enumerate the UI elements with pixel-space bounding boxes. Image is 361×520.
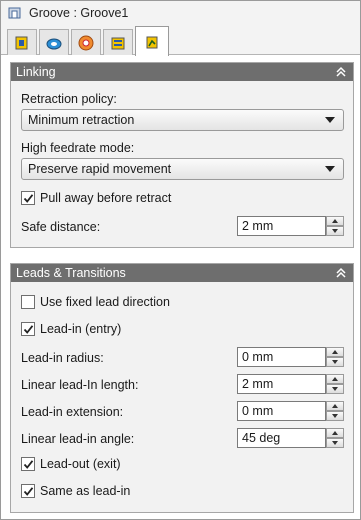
arrow-up-icon	[332, 377, 338, 381]
increment-button[interactable]	[326, 428, 344, 438]
tab-bar	[1, 25, 360, 56]
arrow-down-icon	[332, 414, 338, 418]
geometry-icon	[46, 38, 62, 49]
tab-linking[interactable]	[135, 26, 169, 56]
fixed-lead-row[interactable]: Use fixed lead direction	[21, 294, 170, 310]
retraction-policy-value: Minimum retraction	[28, 113, 135, 127]
linear-lead-in-angle-label: Linear lead-in angle:	[21, 432, 135, 446]
arrow-down-icon	[332, 441, 338, 445]
arrow-down-icon	[332, 229, 338, 233]
check-icon	[23, 486, 33, 496]
linear-lead-in-length-label: Linear lead-In length:	[21, 378, 139, 392]
tool-icon	[15, 36, 28, 49]
tab-tool[interactable]	[7, 29, 37, 55]
groove-operation-icon	[8, 7, 21, 19]
increment-button[interactable]	[326, 401, 344, 411]
collapse-icon[interactable]	[335, 267, 347, 279]
linking-group: Linking Retraction policy: Minimum retra…	[10, 62, 354, 248]
linking-header[interactable]: Linking	[11, 63, 353, 81]
fixed-lead-checkbox[interactable]	[21, 295, 35, 309]
operation-dialog: Groove : Groove1 Linking Retraction poli…	[0, 0, 361, 520]
increment-button[interactable]	[326, 374, 344, 384]
chevron-down-icon	[325, 166, 335, 172]
linking-icon	[146, 36, 158, 48]
linear-lead-in-angle-input[interactable]: 45 deg	[237, 428, 326, 448]
collapse-icon[interactable]	[335, 66, 347, 78]
lead-in-extension-input[interactable]: 0 mm	[237, 401, 326, 421]
check-icon	[23, 193, 33, 203]
increment-button[interactable]	[326, 347, 344, 357]
heights-icon	[78, 35, 94, 50]
retraction-policy-select[interactable]: Minimum retraction	[21, 109, 344, 131]
decrement-button[interactable]	[326, 438, 344, 448]
linear-lead-in-length-spinner[interactable]: 2 mm	[237, 374, 344, 394]
high-feedrate-label: High feedrate mode:	[21, 141, 135, 155]
tab-heights[interactable]	[71, 29, 101, 55]
leads-transitions-group: Leads & Transitions Use fixed lead direc…	[10, 263, 354, 513]
lead-in-radius-input[interactable]: 0 mm	[237, 347, 326, 367]
high-feedrate-select[interactable]: Preserve rapid movement	[21, 158, 344, 180]
decrement-button[interactable]	[326, 411, 344, 421]
tab-passes[interactable]	[103, 29, 133, 55]
decrement-button[interactable]	[326, 357, 344, 367]
linear-lead-in-angle-spinner[interactable]: 45 deg	[237, 428, 344, 448]
passes-icon	[111, 37, 125, 49]
linear-lead-in-length-input[interactable]: 2 mm	[237, 374, 326, 394]
pull-away-checkbox[interactable]	[21, 191, 35, 205]
retraction-policy-label: Retraction policy:	[21, 92, 117, 106]
lead-in-label: Lead-in (entry)	[40, 322, 122, 336]
lead-in-radius-label: Lead-in radius:	[21, 351, 104, 365]
linking-header-label: Linking	[16, 65, 56, 79]
arrow-up-icon	[332, 219, 338, 223]
leads-header[interactable]: Leads & Transitions	[11, 264, 353, 282]
lead-out-label: Lead-out (exit)	[40, 457, 121, 471]
pull-away-row[interactable]: Pull away before retract	[21, 190, 171, 206]
arrow-up-icon	[332, 404, 338, 408]
safe-distance-input[interactable]: 2 mm	[237, 216, 326, 236]
same-as-lead-in-checkbox[interactable]	[21, 484, 35, 498]
title-bar: Groove : Groove1	[1, 1, 360, 25]
lead-in-row[interactable]: Lead-in (entry)	[21, 321, 121, 337]
arrow-up-icon	[332, 431, 338, 435]
arrow-down-icon	[332, 360, 338, 364]
lead-in-radius-spinner[interactable]: 0 mm	[237, 347, 344, 367]
chevron-down-icon	[325, 117, 335, 123]
fixed-lead-label: Use fixed lead direction	[40, 295, 170, 309]
lead-out-checkbox[interactable]	[21, 457, 35, 471]
lead-in-checkbox[interactable]	[21, 322, 35, 336]
same-as-lead-in-label: Same as lead-in	[40, 484, 131, 498]
decrement-button[interactable]	[326, 384, 344, 394]
safe-distance-label: Safe distance:	[21, 220, 101, 234]
pull-away-label: Pull away before retract	[40, 191, 172, 205]
check-icon	[23, 459, 33, 469]
high-feedrate-value: Preserve rapid movement	[28, 162, 172, 176]
decrement-button[interactable]	[326, 226, 344, 236]
increment-button[interactable]	[326, 216, 344, 226]
dialog-content: Linking Retraction policy: Minimum retra…	[1, 56, 360, 519]
lead-in-extension-label: Lead-in extension:	[21, 405, 124, 419]
safe-distance-spinner[interactable]: 2 mm	[237, 216, 344, 236]
check-icon	[23, 324, 33, 334]
leads-header-label: Leads & Transitions	[16, 266, 126, 280]
window-title: Groove : Groove1	[29, 6, 129, 20]
same-as-lead-in-row[interactable]: Same as lead-in	[21, 483, 130, 499]
tab-geometry[interactable]	[39, 29, 69, 55]
arrow-down-icon	[332, 387, 338, 391]
arrow-up-icon	[332, 350, 338, 354]
lead-out-row[interactable]: Lead-out (exit)	[21, 456, 121, 472]
lead-in-extension-spinner[interactable]: 0 mm	[237, 401, 344, 421]
